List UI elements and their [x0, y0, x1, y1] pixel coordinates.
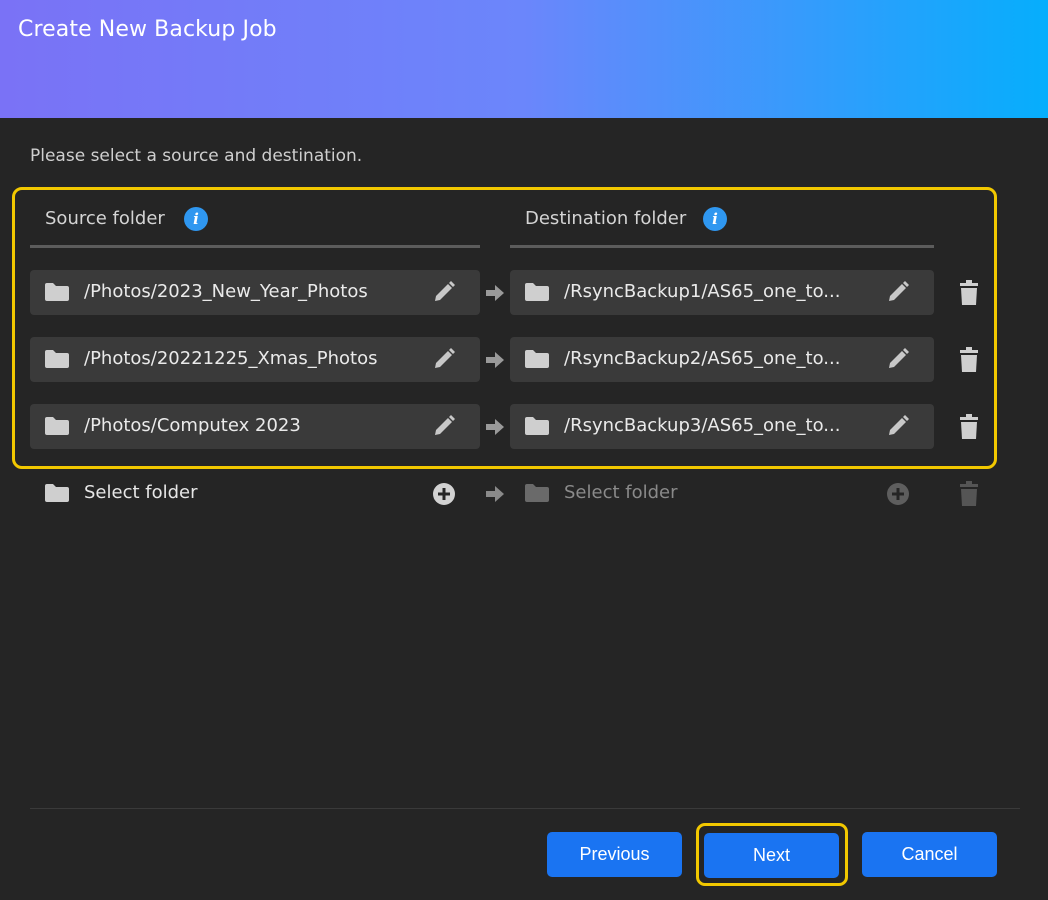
source-select-folder-label: Select folder — [84, 482, 198, 503]
source-select-folder[interactable]: Select folder — [30, 471, 480, 516]
destination-folder-path: /RsyncBackup1/AS65_one_to... — [564, 281, 841, 302]
pencil-icon[interactable] — [432, 414, 456, 438]
folder-icon — [45, 350, 69, 368]
destination-folder-field[interactable]: /RsyncBackup2/AS65_one_to... — [510, 337, 934, 382]
source-folder-path: /Photos/20221225_Xmas_Photos — [84, 348, 378, 369]
destination-folder-header: Destination folder i — [510, 196, 934, 248]
trash-icon[interactable] — [958, 414, 980, 440]
folder-icon — [525, 417, 549, 435]
folder-pair-row: /Photos/20221225_Xmas_Photos /RsyncBacku… — [0, 337, 1048, 382]
create-backup-job-dialog: Create New Backup Job Please select a so… — [0, 0, 1048, 900]
folder-icon — [45, 283, 69, 301]
source-folder-path: /Photos/2023_New_Year_Photos — [84, 281, 368, 302]
info-icon[interactable]: i — [703, 207, 727, 231]
folder-icon — [45, 484, 69, 502]
plus-circle-icon[interactable] — [432, 482, 456, 506]
folder-icon — [525, 484, 549, 502]
source-folder-header: Source folder i — [30, 196, 480, 248]
destination-folder-label: Destination folder — [525, 208, 687, 229]
trash-icon[interactable] — [958, 347, 980, 373]
arrow-right-icon — [486, 352, 504, 368]
destination-folder-field[interactable]: /RsyncBackup1/AS65_one_to... — [510, 270, 934, 315]
destination-select-folder: Select folder — [510, 471, 934, 516]
source-folder-label: Source folder — [45, 208, 165, 229]
plus-circle-icon — [887, 483, 909, 505]
new-folder-pair-row: Select folder Select folder — [0, 471, 1048, 516]
folder-icon — [525, 283, 549, 301]
trash-icon — [960, 481, 978, 506]
source-folder-field[interactable]: /Photos/Computex 2023 — [30, 404, 480, 449]
instructions-text: Please select a source and destination. — [30, 146, 363, 166]
pencil-icon[interactable] — [886, 414, 910, 438]
source-folder-field[interactable]: /Photos/20221225_Xmas_Photos — [30, 337, 480, 382]
arrow-right-icon — [486, 419, 504, 435]
source-folder-field[interactable]: /Photos/2023_New_Year_Photos — [30, 270, 480, 315]
cancel-button[interactable]: Cancel — [862, 832, 997, 877]
previous-button[interactable]: Previous — [547, 832, 682, 877]
folder-icon — [45, 417, 69, 435]
trash-icon[interactable] — [958, 280, 980, 306]
next-button[interactable]: Next — [704, 833, 839, 878]
pencil-icon[interactable] — [886, 347, 910, 371]
dialog-header: Create New Backup Job — [0, 0, 1048, 118]
arrow-right-icon — [486, 285, 504, 301]
destination-folder-field[interactable]: /RsyncBackup3/AS65_one_to... — [510, 404, 934, 449]
destination-select-folder-label: Select folder — [564, 482, 678, 503]
folder-pair-row: /Photos/2023_New_Year_Photos /RsyncBacku… — [0, 270, 1048, 315]
destination-folder-path: /RsyncBackup2/AS65_one_to... — [564, 348, 841, 369]
pencil-icon[interactable] — [432, 347, 456, 371]
info-icon[interactable]: i — [184, 207, 208, 231]
folder-icon — [525, 350, 549, 368]
pencil-icon[interactable] — [432, 280, 456, 304]
dialog-title: Create New Backup Job — [18, 17, 277, 42]
footer-divider — [30, 808, 1020, 809]
source-folder-path: /Photos/Computex 2023 — [84, 415, 301, 436]
destination-folder-path: /RsyncBackup3/AS65_one_to... — [564, 415, 841, 436]
arrow-right-icon — [486, 486, 504, 502]
folder-pair-row: /Photos/Computex 2023 /RsyncBackup3/AS65… — [0, 404, 1048, 449]
pencil-icon[interactable] — [886, 280, 910, 304]
